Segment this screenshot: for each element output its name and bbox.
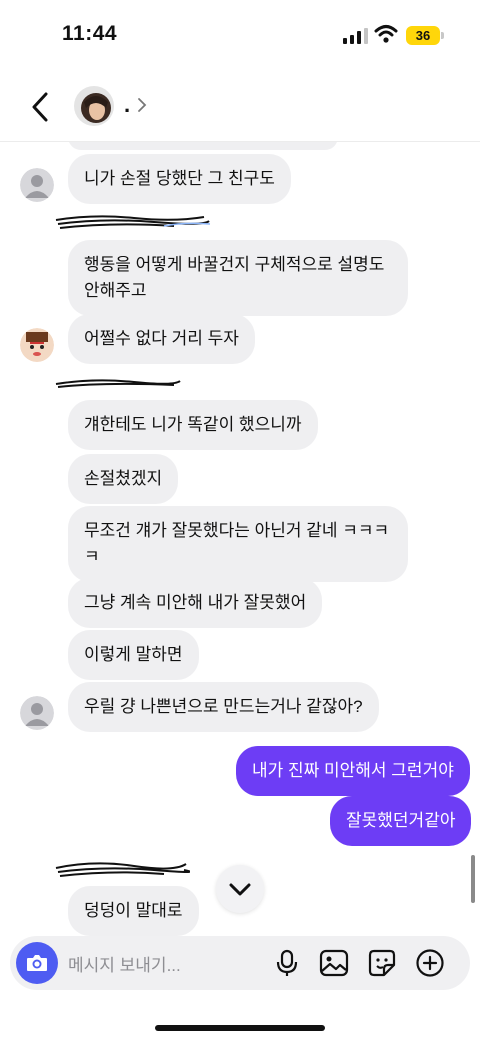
- message-bubble[interactable]: 행동을 어떻게 바꿀건지 구체적으로 설명도 안해주고: [68, 240, 408, 316]
- sticker-icon[interactable]: [366, 947, 398, 979]
- message-bubble[interactable]: 이렇게 말하면: [68, 630, 199, 680]
- status-time: 11:44: [62, 22, 118, 45]
- scrollbar[interactable]: [471, 855, 475, 903]
- back-icon[interactable]: [26, 90, 56, 124]
- message-bubble[interactable]: 덩덩이 말대로: [68, 886, 199, 936]
- message-input[interactable]: 메시지 보내기...: [68, 951, 181, 976]
- scroll-to-bottom-button[interactable]: [216, 865, 264, 913]
- message-list[interactable]: 니가 손절 당했단 그 친구도 행동을 어떻게 바꿀건지 구체적으로 설명도 안…: [0, 142, 480, 937]
- message-bubble[interactable]: 어쩔수 없다 거리 두자: [68, 314, 255, 364]
- home-indicator[interactable]: [155, 1025, 325, 1031]
- camera-button[interactable]: [16, 942, 58, 984]
- battery-indicator: 36: [406, 26, 440, 45]
- chevron-down-icon: [229, 883, 251, 896]
- gallery-icon[interactable]: [318, 947, 350, 979]
- plus-icon[interactable]: [414, 947, 446, 979]
- camera-icon: [27, 955, 47, 971]
- message-bubble[interactable]: 걔한테도 니가 똑같이 했으니까: [68, 400, 318, 450]
- sender-avatar-default: [20, 168, 54, 202]
- message-bubble[interactable]: 그냥 계속 미안해 내가 잘못했어: [68, 578, 323, 628]
- microphone-icon[interactable]: [271, 947, 303, 979]
- chat-header: .: [0, 70, 480, 142]
- message-bubble-outgoing[interactable]: 잘못했던거같아: [330, 796, 472, 846]
- wifi-icon: [374, 25, 398, 43]
- redacted-name-scribble: [55, 862, 190, 877]
- redacted-name-scribble: [55, 379, 181, 388]
- message-composer: 메시지 보내기...: [10, 936, 470, 990]
- message-bubble[interactable]: 우릴 걍 나쁜년으로 만드는거나 같잖아?: [68, 682, 379, 732]
- message-bubble[interactable]: 니가 손절 당했단 그 친구도: [68, 154, 291, 204]
- message-bubble[interactable]: 손절쳤겠지: [68, 454, 179, 504]
- contact-avatar[interactable]: [74, 86, 114, 126]
- cellular-signal-icon: [343, 28, 368, 44]
- redacted-name-scribble: [55, 215, 211, 229]
- sender-avatar-default: [20, 696, 54, 730]
- contact-name[interactable]: .: [124, 92, 130, 118]
- chevron-right-icon[interactable]: [137, 97, 147, 113]
- message-bubble[interactable]: 무조건 걔가 잘못했다는 아닌거 같네 ㅋㅋㅋ ㅋ: [68, 506, 408, 582]
- message-bubble-partial: [68, 142, 338, 150]
- sender-avatar-character: [20, 328, 54, 362]
- message-bubble-outgoing[interactable]: 내가 진짜 미안해서 그런거야: [236, 746, 470, 796]
- status-bar: 11:44 36: [0, 0, 480, 70]
- battery-nub: [441, 32, 444, 39]
